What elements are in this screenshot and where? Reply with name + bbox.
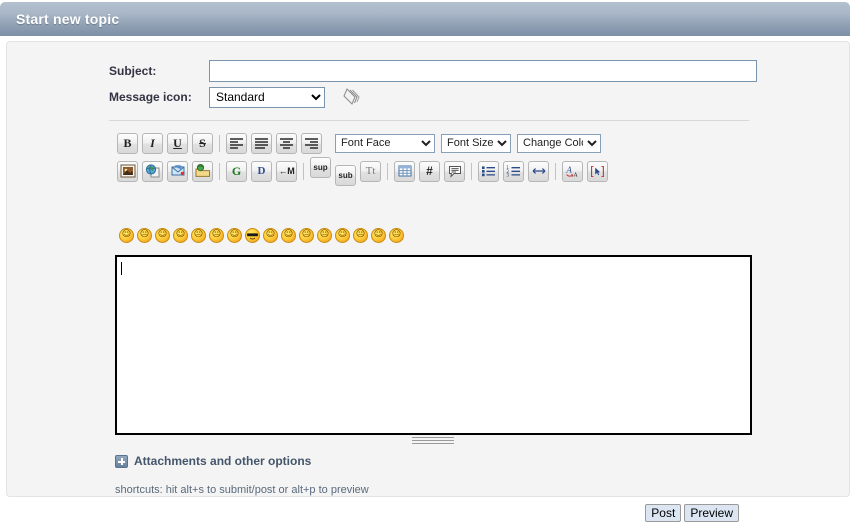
insert-table-button[interactable] [394,160,415,182]
bbcode-toolbar: B I U S Font Face Font Size Change Color… [117,130,757,186]
strikethrough-button[interactable]: S [192,132,213,154]
smiley-palette: ☺ ☹ ☺ ☺ ☹ ☹ ☺ ☺ ☺ ☹ ☹ ☺ ☹ ☺ ☹ [119,228,407,243]
spellcheck-button[interactable]: A A [562,160,583,182]
align-right-button[interactable] [301,132,322,154]
post-editor-page: Start new topic Subject: Message icon: S… [0,0,856,522]
smiley-angry[interactable]: ☹ [191,228,206,243]
smiley-rolleyes[interactable]: ☺ [281,228,296,243]
insert-link-button[interactable] [142,160,163,182]
subject-row: Subject: [109,60,757,82]
toggle-view-button[interactable]: [] [587,160,608,182]
page-title: Start new topic [16,11,120,27]
svg-text:3: 3 [506,172,509,177]
page-header-bar: Start new topic [0,2,850,36]
message-icon-row: Message icon: Standard [109,86,361,108]
textarea-resize-handle[interactable] [412,435,454,445]
message-icon-label: Message icon: [109,90,192,104]
resize-grip-line [412,436,454,438]
toolbar-row-2: G D ←M sup sub Tt # 1 2 3 A A [] [117,157,757,186]
post-form-panel: Subject: Message icon: Standard B I U S … [6,41,850,522]
italic-button[interactable]: I [142,132,163,154]
smiley-embarrassed[interactable]: ☹ [317,228,332,243]
text-caret [121,262,122,275]
smiley-sad[interactable]: ☹ [209,228,224,243]
smiley-tongue[interactable]: ☺ [263,228,278,243]
horizontal-rule-button[interactable] [528,160,549,182]
align-left-button[interactable] [226,132,247,154]
post-button[interactable]: Post [645,504,682,522]
toolbar-divider [387,162,388,180]
toolbar-divider [219,134,220,152]
smiley-wink[interactable]: ☹ [137,228,152,243]
smiley-kiss[interactable]: ☹ [353,228,368,243]
svg-text:A: A [573,172,578,177]
smiley-wink2[interactable]: ☺ [227,228,242,243]
svg-text:A: A [566,165,573,174]
smiley-grin[interactable]: ☺ [173,228,188,243]
teletype-button[interactable]: Tt [360,160,381,182]
toolbar-row-1: B I U S Font Face Font Size Change Color [117,130,757,156]
subject-input[interactable] [209,60,757,82]
smiley-smile[interactable]: ☺ [119,228,134,243]
expand-plus-icon [115,454,128,468]
insert-email-button[interactable] [167,160,188,182]
submit-button-row: Post Preview [642,504,739,522]
insert-quote-button[interactable] [444,160,465,182]
align-center-button[interactable] [276,132,297,154]
change-color-select[interactable]: Change Color [517,133,601,153]
numbered-list-button[interactable]: 123 [503,160,524,182]
toolbar-separator [109,120,749,121]
subscript-button[interactable]: sub [335,164,356,186]
insert-image-button[interactable] [117,160,138,182]
toolbar-divider [555,162,556,180]
bulleted-list-button[interactable] [478,160,499,182]
smiley-cool[interactable] [245,228,260,243]
svg-text:[: [ [590,165,595,178]
subject-label: Subject: [109,64,157,78]
message-textarea[interactable] [115,255,752,435]
toolbar-divider [303,162,304,180]
attachments-toggle[interactable]: Attachments and other options [115,454,311,468]
shortcuts-hint: shortcuts: hit alt+s to submit/post or a… [115,484,369,496]
preview-button[interactable]: Preview [684,504,739,522]
bold-button[interactable]: B [117,132,138,154]
align-justify-button[interactable] [251,132,272,154]
message-icon-preview [339,86,361,108]
insert-ftp-button[interactable] [192,160,213,182]
shadow-button[interactable]: D [251,160,272,182]
smiley-undecided[interactable]: ☹ [299,228,314,243]
resize-grip-line [412,439,454,441]
attachments-label: Attachments and other options [134,454,312,468]
svg-text:]: ] [600,165,605,178]
smiley-cheesy[interactable]: ☺ [155,228,170,243]
superscript-button[interactable]: sup [310,157,331,178]
underline-button[interactable]: U [167,132,188,154]
glow-button[interactable]: G [226,160,247,182]
toolbar-divider [219,162,220,180]
toolbar-divider [471,162,472,180]
smiley-tongue2[interactable]: ☺ [371,228,386,243]
smiley-cry[interactable]: ☹ [389,228,404,243]
font-face-select[interactable]: Font Face [335,133,435,153]
font-size-select[interactable]: Font Size [441,133,511,153]
smiley-lipsrsealed[interactable]: ☺ [335,228,350,243]
message-icon-select[interactable]: Standard [209,86,325,108]
marquee-button[interactable]: ←M [276,160,297,182]
insert-code-button[interactable]: # [419,160,440,182]
resize-grip-line [412,442,454,444]
